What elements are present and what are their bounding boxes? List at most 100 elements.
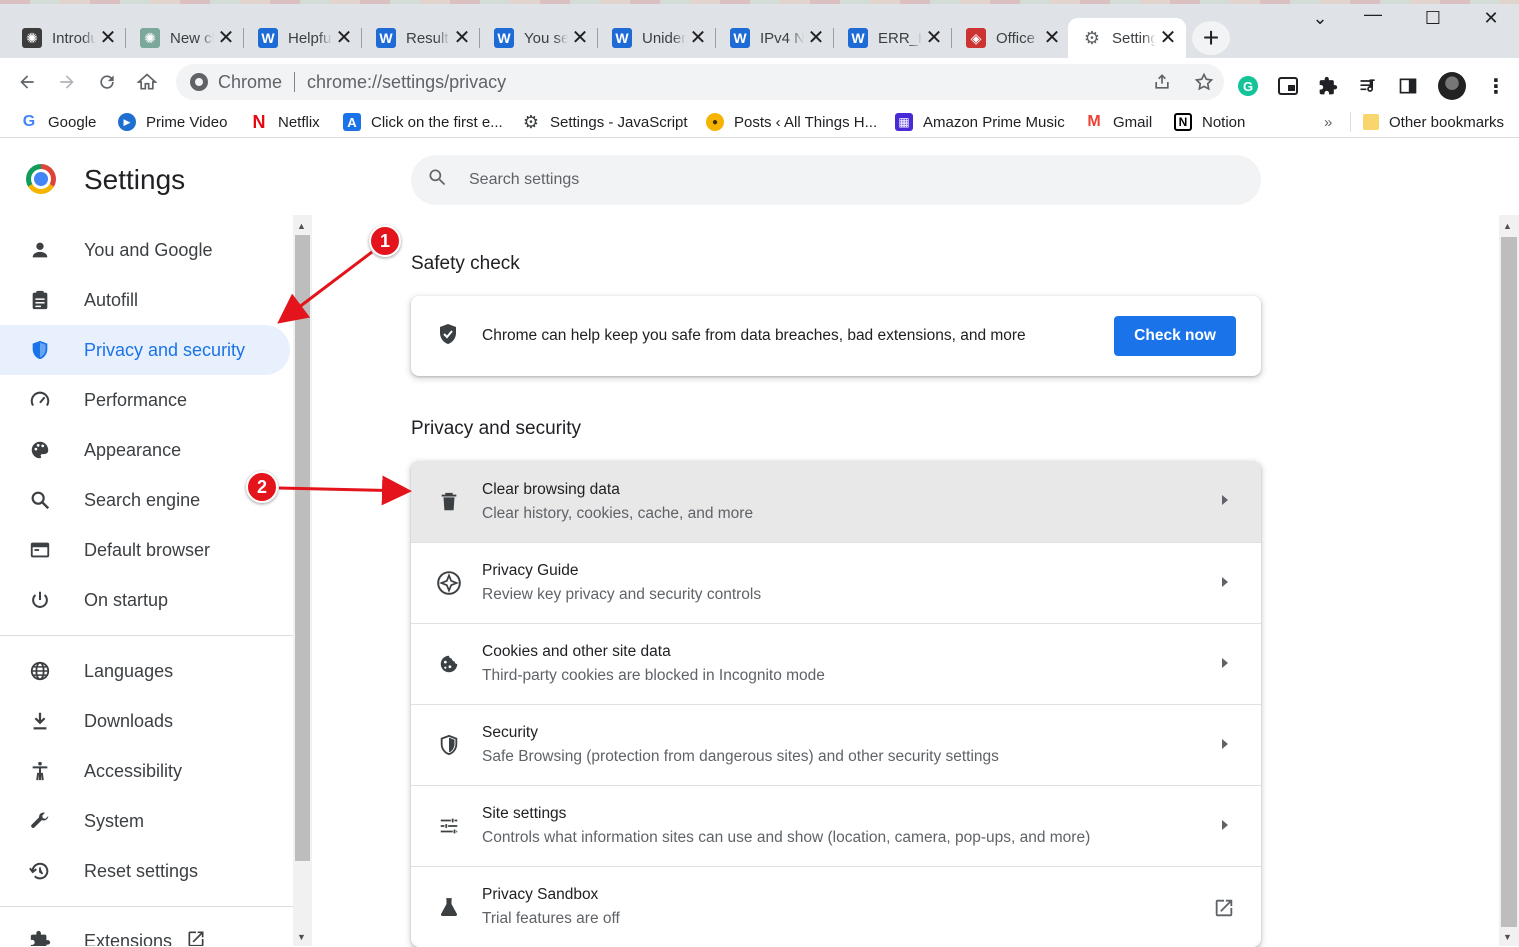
bookmark-notion[interactable]: N Notion — [1174, 110, 1245, 134]
sidebar-scrollbar[interactable]: ▲ ▼ — [293, 215, 312, 946]
safety-check-text: Chrome can help keep you safe from data … — [482, 327, 1026, 344]
scroll-down-icon[interactable]: ▼ — [297, 932, 306, 942]
tab-ipv4[interactable]: W IPv4 No ✕ — [716, 18, 834, 58]
close-icon[interactable]: ✕ — [452, 28, 472, 48]
sidebar-item-appearance[interactable]: Appearance — [0, 425, 290, 475]
extensions-icon[interactable] — [1318, 76, 1338, 96]
window-close-button[interactable]: ✕ — [1468, 8, 1514, 32]
bookmark-prime-video[interactable]: ▶ Prime Video — [118, 110, 227, 134]
more-menu-icon[interactable]: ⋮ — [1486, 76, 1506, 98]
sidebar-item-system[interactable]: System — [0, 796, 290, 846]
sidebar-item-default-browser[interactable]: Default browser — [0, 525, 290, 575]
bookmark-amazon-prime-music[interactable]: ▦ Amazon Prime Music — [895, 110, 1065, 134]
bookmark-settings-javascript[interactable]: ⚙ Settings - JavaScript — [522, 110, 688, 134]
close-icon[interactable]: ✕ — [924, 28, 944, 48]
home-button[interactable] — [131, 66, 163, 98]
sidebar-item-autofill[interactable]: Autofill — [0, 275, 290, 325]
notion-icon: N — [1174, 113, 1192, 131]
tab-introduction[interactable]: ✺ Introduction to ChatGPT ✕ — [8, 18, 126, 58]
chatgpt-icon: ✺ — [22, 28, 42, 48]
search-settings-box[interactable] — [411, 155, 1261, 205]
forward-button[interactable] — [51, 66, 83, 98]
clear-browsing-data-row[interactable]: Clear browsing data Clear history, cooki… — [411, 461, 1261, 542]
reload-button[interactable] — [91, 66, 123, 98]
tab-err-http[interactable]: W ERR_HTTP ✕ — [834, 18, 952, 58]
bookmark-google[interactable]: G Google — [20, 110, 97, 134]
sidebar-item-languages[interactable]: Languages — [0, 646, 290, 696]
flask-icon — [436, 896, 462, 918]
close-icon[interactable]: ✕ — [1158, 28, 1178, 48]
bookmark-netflix[interactable]: N Netflix — [250, 110, 320, 134]
scroll-up-icon[interactable]: ▲ — [1503, 221, 1512, 231]
tab-unidentified[interactable]: W Unidentified ✕ — [598, 18, 716, 58]
shield-icon — [0, 339, 84, 361]
privacy-guide-row[interactable]: Privacy Guide Review key privacy and sec… — [411, 542, 1261, 623]
other-bookmarks[interactable]: Other bookmarks — [1363, 110, 1504, 134]
star-icon[interactable] — [1194, 72, 1214, 92]
picture-in-picture-icon[interactable] — [1278, 76, 1298, 96]
sidebar-item-label: Search engine — [84, 489, 201, 510]
office-icon: ◈ — [966, 28, 986, 48]
tab-office[interactable]: ◈ Office ✕ — [952, 18, 1070, 58]
bookmark-label: Click on the first e... — [371, 113, 503, 131]
row-title: Security — [482, 724, 538, 741]
tab-you-searched[interactable]: W You searched ✕ — [480, 18, 598, 58]
address-bar[interactable]: Chrome chrome://settings/privacy — [176, 64, 1224, 100]
maximize-button[interactable]: ☐ — [1410, 8, 1456, 32]
back-button[interactable] — [11, 66, 43, 98]
profile-avatar[interactable] — [1438, 72, 1466, 100]
close-icon[interactable]: ✕ — [806, 28, 826, 48]
download-icon — [0, 710, 84, 732]
security-row[interactable]: Security Safe Browsing (protection from … — [411, 704, 1261, 785]
w-icon: W — [376, 28, 396, 48]
tab-settings[interactable]: ⚙ Settings ✕ — [1068, 18, 1186, 58]
sidebar-item-label: System — [84, 810, 145, 831]
tab-new-chat[interactable]: ✺ New chat ✕ — [126, 18, 244, 58]
chrome-icon — [190, 73, 208, 91]
sidebar-item-privacy-and-security[interactable]: Privacy and security — [0, 325, 290, 375]
tab-helpful[interactable]: W Helpful ✕ — [244, 18, 362, 58]
scrollbar-thumb[interactable] — [1501, 237, 1517, 927]
tab-results[interactable]: W Results ✕ — [362, 18, 480, 58]
close-icon[interactable]: ✕ — [98, 28, 118, 48]
page-scrollbar[interactable]: ▲ ▼ — [1499, 215, 1519, 946]
row-title: Cookies and other site data — [482, 643, 671, 660]
sidebar-item-performance[interactable]: Performance — [0, 375, 290, 425]
scroll-down-icon[interactable]: ▼ — [1503, 932, 1512, 942]
close-icon[interactable]: ✕ — [216, 28, 236, 48]
side-panel-icon[interactable] — [1398, 76, 1418, 96]
sidebar-item-downloads[interactable]: Downloads — [0, 696, 290, 746]
scroll-up-icon[interactable]: ▲ — [297, 221, 306, 231]
open-external-icon[interactable] — [1213, 897, 1235, 924]
site-settings-row[interactable]: Site settings Controls what information … — [411, 785, 1261, 866]
cookie-icon — [436, 653, 462, 675]
search-input[interactable] — [469, 171, 1069, 189]
minimize-button[interactable]: — — [1350, 4, 1396, 28]
bookmark-posts[interactable]: ● Posts ‹ All Things H... — [706, 110, 877, 134]
bookmark-click-first[interactable]: A Click on the first e... — [343, 110, 503, 134]
sidebar-item-on-startup[interactable]: On startup — [0, 575, 290, 625]
share-icon[interactable] — [1152, 72, 1172, 92]
sidebar-item-reset-settings[interactable]: Reset settings — [0, 846, 290, 896]
sidebar-item-accessibility[interactable]: Accessibility — [0, 746, 290, 796]
tab-search-button[interactable]: ⌄ — [1297, 8, 1343, 32]
scrollbar-thumb[interactable] — [295, 235, 310, 861]
check-now-button[interactable]: Check now — [1114, 316, 1236, 356]
cookies-row[interactable]: Cookies and other site data Third-party … — [411, 623, 1261, 704]
close-icon[interactable]: ✕ — [1042, 28, 1062, 48]
sidebar-item-you-and-google[interactable]: You and Google — [0, 225, 290, 275]
close-icon[interactable]: ✕ — [688, 28, 708, 48]
close-icon[interactable]: ✕ — [334, 28, 354, 48]
bookmarks-overflow-button[interactable]: » — [1324, 110, 1332, 134]
sidebar-item-search-engine[interactable]: Search engine — [0, 475, 290, 525]
privacy-sandbox-row[interactable]: Privacy Sandbox Trial features are off — [411, 866, 1261, 947]
tab-title: IPv4 No — [760, 29, 804, 47]
new-tab-button[interactable]: + — [1192, 21, 1230, 55]
omnibox-url[interactable]: chrome://settings/privacy — [307, 72, 506, 93]
bookmarks-bar: G Google ▶ Prime Video N Netflix A Click… — [0, 106, 1519, 138]
grammarly-icon[interactable]: G — [1238, 76, 1258, 96]
media-control-icon[interactable] — [1358, 76, 1378, 96]
bookmark-gmail[interactable]: M Gmail — [1085, 110, 1152, 134]
close-icon[interactable]: ✕ — [570, 28, 590, 48]
sidebar-item-extensions[interactable]: Extensions — [0, 916, 290, 946]
